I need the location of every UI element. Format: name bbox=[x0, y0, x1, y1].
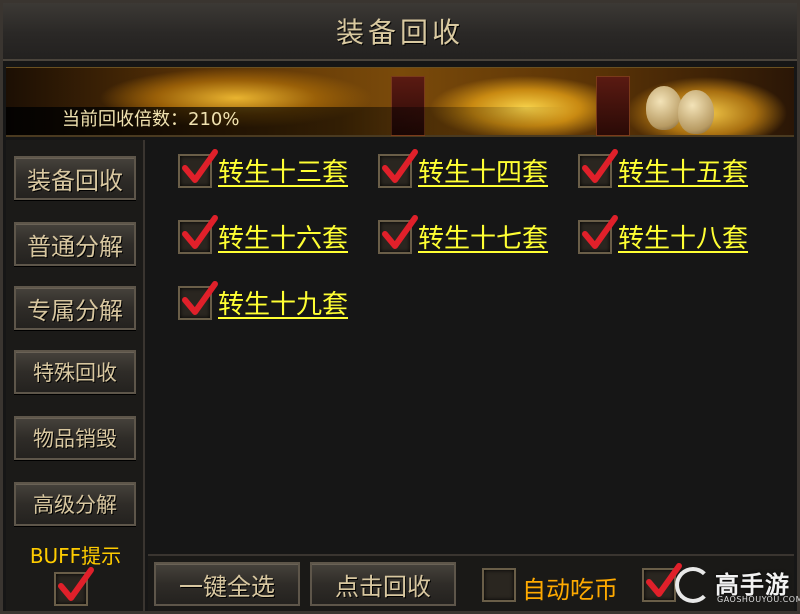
option-label[interactable]: 转生十九套 bbox=[218, 284, 348, 321]
buff-checkbox[interactable] bbox=[54, 567, 94, 606]
option-checkbox[interactable] bbox=[178, 149, 218, 188]
money-bag-icon bbox=[678, 90, 714, 134]
checkmark-icon bbox=[582, 149, 618, 183]
checkmark-icon bbox=[582, 215, 618, 249]
recycle-rate-text: 当前回收倍数：210% bbox=[62, 109, 240, 130]
option-label[interactable]: 转生十八套 bbox=[618, 218, 748, 255]
banner: 当前回收倍数：210% bbox=[6, 67, 794, 137]
site-watermark: 高手游 GAOSHOUYOU.COM bbox=[675, 565, 800, 613]
option-label[interactable]: 转生十五套 bbox=[618, 152, 748, 189]
option-label[interactable]: 转生十六套 bbox=[218, 218, 348, 255]
option-checkbox[interactable] bbox=[378, 149, 418, 188]
auto-recycle-checkbox[interactable] bbox=[642, 563, 682, 602]
checkmark-icon bbox=[382, 149, 418, 183]
option-checkbox[interactable] bbox=[578, 215, 618, 254]
options-panel: 转生十三套 转生十四套 转生十五套 转生十六套 转生十七套 转生十八套 转生十九… bbox=[148, 140, 794, 552]
money-bag-icon bbox=[646, 86, 682, 130]
sidebar: 装备回收 普通分解 专属分解 特殊回收 物品销毁 高级分解 BUFF提示 bbox=[6, 140, 145, 611]
auto-coin-checkbox[interactable] bbox=[482, 568, 516, 602]
option-checkbox[interactable] bbox=[578, 149, 618, 188]
title-bar[interactable]: 装备回收 bbox=[3, 3, 797, 61]
checkmark-icon bbox=[382, 215, 418, 249]
watermark-url: GAOSHOUYOU.COM bbox=[717, 595, 800, 604]
sidebar-item-special-recycle[interactable]: 特殊回收 bbox=[14, 350, 136, 394]
sidebar-item-exclusive-decompose[interactable]: 专属分解 bbox=[14, 286, 136, 330]
red-pillar-decoration bbox=[596, 76, 630, 136]
sidebar-item-item-destroy[interactable]: 物品销毁 bbox=[14, 416, 136, 460]
select-all-button[interactable]: 一键全选 bbox=[154, 562, 300, 606]
auto-coin-label[interactable]: 自动吃币 bbox=[522, 570, 618, 605]
sidebar-item-advanced-decompose[interactable]: 高级分解 bbox=[14, 482, 136, 526]
checkmark-icon bbox=[58, 567, 94, 601]
sidebar-item-equipment-recycle[interactable]: 装备回收 bbox=[14, 156, 136, 200]
option-checkbox[interactable] bbox=[178, 281, 218, 320]
option-label[interactable]: 转生十三套 bbox=[218, 152, 348, 189]
checkmark-icon bbox=[182, 281, 218, 315]
recycle-window: 装备回收 当前回收倍数：210% 装备回收 普通分解 专属分解 特殊回收 物品销… bbox=[0, 0, 800, 614]
checkmark-icon bbox=[182, 215, 218, 249]
site-logo-icon bbox=[675, 567, 711, 603]
buff-label: BUFF提示 bbox=[29, 544, 122, 568]
window-title: 装备回收 bbox=[335, 16, 464, 49]
option-label[interactable]: 转生十七套 bbox=[418, 218, 548, 255]
sidebar-item-normal-decompose[interactable]: 普通分解 bbox=[14, 222, 136, 266]
recycle-button[interactable]: 点击回收 bbox=[310, 562, 456, 606]
option-checkbox[interactable] bbox=[178, 215, 218, 254]
option-label[interactable]: 转生十四套 bbox=[418, 152, 548, 189]
option-checkbox[interactable] bbox=[378, 215, 418, 254]
checkmark-icon bbox=[182, 149, 218, 183]
